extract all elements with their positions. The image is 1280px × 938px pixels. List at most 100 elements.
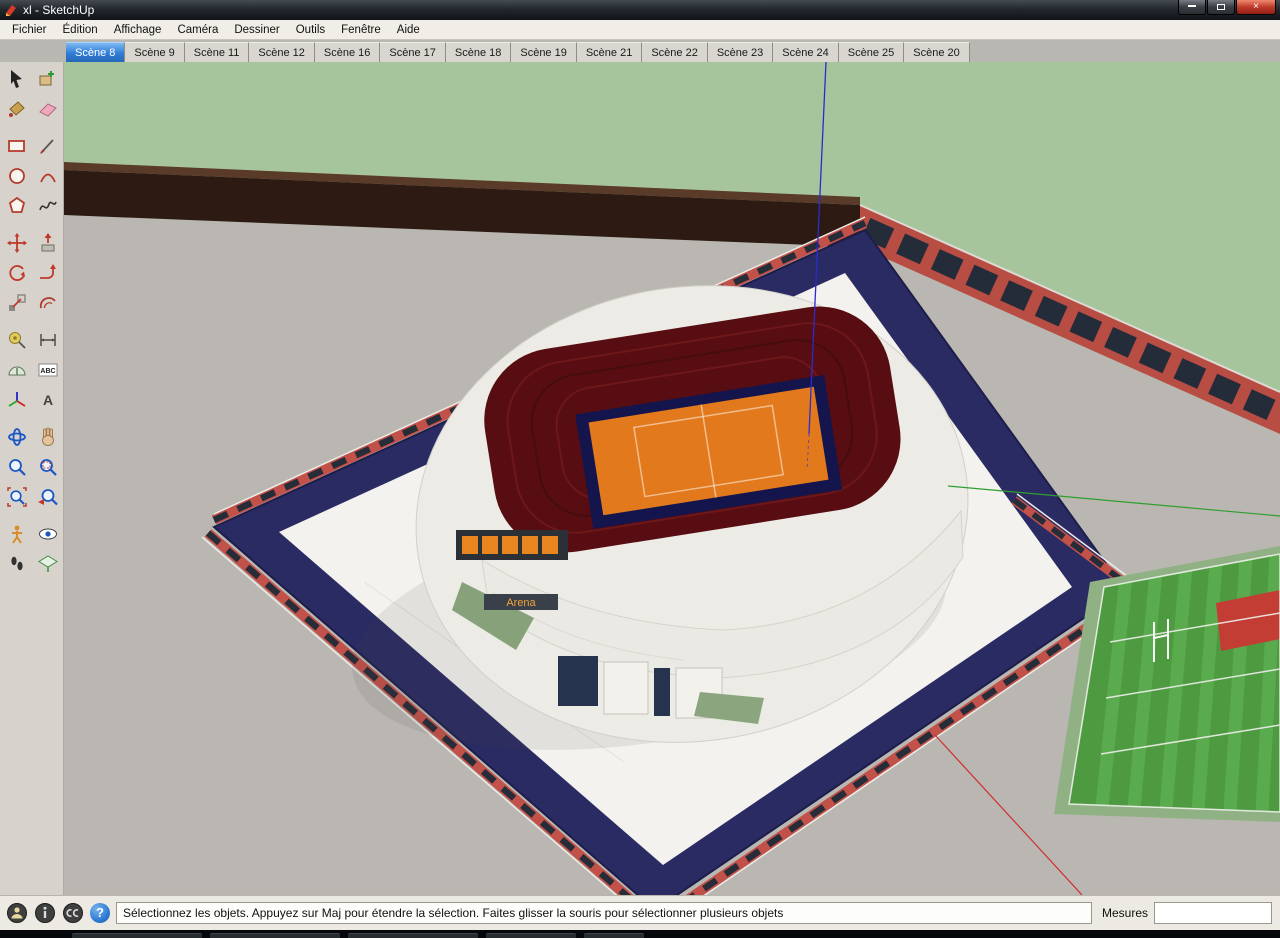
- scene-tab[interactable]: Scène 19: [511, 42, 576, 62]
- attribution-icon[interactable]: [6, 902, 28, 924]
- svg-text:ABC: ABC: [40, 368, 55, 375]
- select-tool-button[interactable]: [1, 64, 32, 94]
- orbit-tool-button[interactable]: [1, 422, 32, 452]
- zoom-window-tool-button[interactable]: [32, 452, 63, 482]
- scene-tab[interactable]: Scène 20: [904, 42, 969, 62]
- walk-tool-button[interactable]: [1, 549, 32, 579]
- polygon-tool-button[interactable]: [1, 191, 32, 221]
- offset-tool-button[interactable]: [32, 288, 63, 318]
- look-around-tool-button[interactable]: [32, 519, 63, 549]
- 3d-text-tool-button[interactable]: A: [32, 385, 63, 415]
- taskbar-sliver: [0, 930, 1280, 938]
- pan-hand-icon: [37, 426, 59, 448]
- rotate-icon: [6, 262, 28, 284]
- license-icon[interactable]: [62, 902, 84, 924]
- dimension-tool-button[interactable]: [32, 325, 63, 355]
- select-icon: [6, 68, 28, 90]
- scene-tab[interactable]: Scène 22: [642, 42, 707, 62]
- push-pull-icon: [37, 232, 59, 254]
- move-tool-button[interactable]: [1, 228, 32, 258]
- follow-me-tool-button[interactable]: [32, 258, 63, 288]
- zoom-tool-button[interactable]: [1, 452, 32, 482]
- scene-tab[interactable]: Scène 8: [66, 42, 125, 62]
- scene-tab[interactable]: Scène 9: [125, 42, 184, 62]
- scene-tab[interactable]: Scène 16: [315, 42, 380, 62]
- maximize-button[interactable]: [1207, 0, 1235, 15]
- status-message: Sélectionnez les objets. Appuyez sur Maj…: [116, 902, 1092, 924]
- protractor-tool-button[interactable]: [1, 355, 32, 385]
- offset-icon: [37, 292, 59, 314]
- menu-item[interactable]: Affichage: [106, 22, 170, 38]
- menu-item[interactable]: Aide: [389, 22, 428, 38]
- tape-measure-icon: [6, 329, 28, 351]
- paint-bucket-icon: [6, 98, 28, 120]
- position-camera-icon: [6, 523, 28, 545]
- menu-item[interactable]: Outils: [288, 22, 333, 38]
- info-icon[interactable]: [34, 902, 56, 924]
- measurements-input[interactable]: [1154, 902, 1272, 924]
- title-bar: xl - SketchUp ×: [0, 0, 1280, 20]
- axes-tool-button[interactable]: [1, 385, 32, 415]
- dimension-icon: [37, 329, 59, 351]
- model-viewport[interactable]: Arena: [64, 62, 1280, 895]
- menu-item[interactable]: Dessiner: [226, 22, 287, 38]
- sketchup-window: xl - SketchUp × FichierÉditionAffichageC…: [0, 0, 1280, 938]
- scene-tab[interactable]: Scène 12: [249, 42, 314, 62]
- freehand-tool-button[interactable]: [32, 191, 63, 221]
- axes-icon: [6, 389, 28, 411]
- taskbar-button[interactable]: [584, 933, 644, 938]
- position-camera-tool-button[interactable]: [1, 519, 32, 549]
- make-component-tool-button[interactable]: [32, 64, 63, 94]
- minimize-button[interactable]: [1178, 0, 1206, 15]
- scene-tab[interactable]: Scène 11: [185, 42, 250, 62]
- close-button[interactable]: ×: [1236, 0, 1276, 15]
- section-plane-tool-button[interactable]: [32, 549, 63, 579]
- scale-tool-button[interactable]: [1, 288, 32, 318]
- taskbar-button[interactable]: [72, 933, 202, 938]
- stadium-sign-text: Arena: [506, 597, 536, 609]
- scale-icon: [6, 292, 28, 314]
- scene-tab[interactable]: Scène 24: [773, 42, 838, 62]
- toolbar-separator: [1, 512, 63, 519]
- toolbar-separator: [1, 221, 63, 228]
- tape-measure-tool-button[interactable]: [1, 325, 32, 355]
- toolbar-separator: [1, 124, 63, 131]
- polygon-icon: [6, 195, 28, 217]
- arc-icon: [37, 165, 59, 187]
- menu-item[interactable]: Caméra: [169, 22, 226, 38]
- line-tool-button[interactable]: [32, 131, 63, 161]
- zoom-previous-tool-button[interactable]: [32, 482, 63, 512]
- menu-item[interactable]: Fichier: [4, 22, 55, 38]
- zoom-previous-icon: [37, 486, 59, 508]
- pan-tool-button[interactable]: [32, 422, 63, 452]
- scene-tab[interactable]: Scène 25: [839, 42, 904, 62]
- zoom-icon: [6, 456, 28, 478]
- taskbar-button[interactable]: [486, 933, 576, 938]
- circle-tool-button[interactable]: [1, 161, 32, 191]
- scene-tab[interactable]: Scène 17: [380, 42, 445, 62]
- zoom-extents-tool-button[interactable]: [1, 482, 32, 512]
- measurements-label: Mesures: [1102, 906, 1148, 920]
- rectangle-tool-button[interactable]: [1, 131, 32, 161]
- eraser-tool-button[interactable]: [32, 94, 63, 124]
- scene-tabs-bar: Scène 8Scène 9Scène 11Scène 12Scène 16Sc…: [0, 40, 1280, 62]
- taskbar-button[interactable]: [210, 933, 340, 938]
- freehand-icon: [37, 195, 59, 217]
- taskbar-button[interactable]: [348, 933, 478, 938]
- orbit-icon: [6, 426, 28, 448]
- scene-tab[interactable]: Scène 21: [577, 42, 642, 62]
- viewport-canvas[interactable]: Arena: [64, 62, 1280, 895]
- main-area: ABC A: [0, 62, 1280, 895]
- help-icon[interactable]: ?: [90, 903, 110, 923]
- rotate-tool-button[interactable]: [1, 258, 32, 288]
- menu-item[interactable]: Édition: [55, 22, 106, 38]
- menu-item[interactable]: Fenêtre: [333, 22, 389, 38]
- paint-bucket-tool-button[interactable]: [1, 94, 32, 124]
- arc-tool-button[interactable]: [32, 161, 63, 191]
- eye-icon: [37, 523, 59, 545]
- sketchup-logo-icon: [4, 3, 18, 17]
- push-pull-tool-button[interactable]: [32, 228, 63, 258]
- scene-tab[interactable]: Scène 23: [708, 42, 773, 62]
- scene-tab[interactable]: Scène 18: [446, 42, 511, 62]
- text-tool-button[interactable]: ABC: [32, 355, 63, 385]
